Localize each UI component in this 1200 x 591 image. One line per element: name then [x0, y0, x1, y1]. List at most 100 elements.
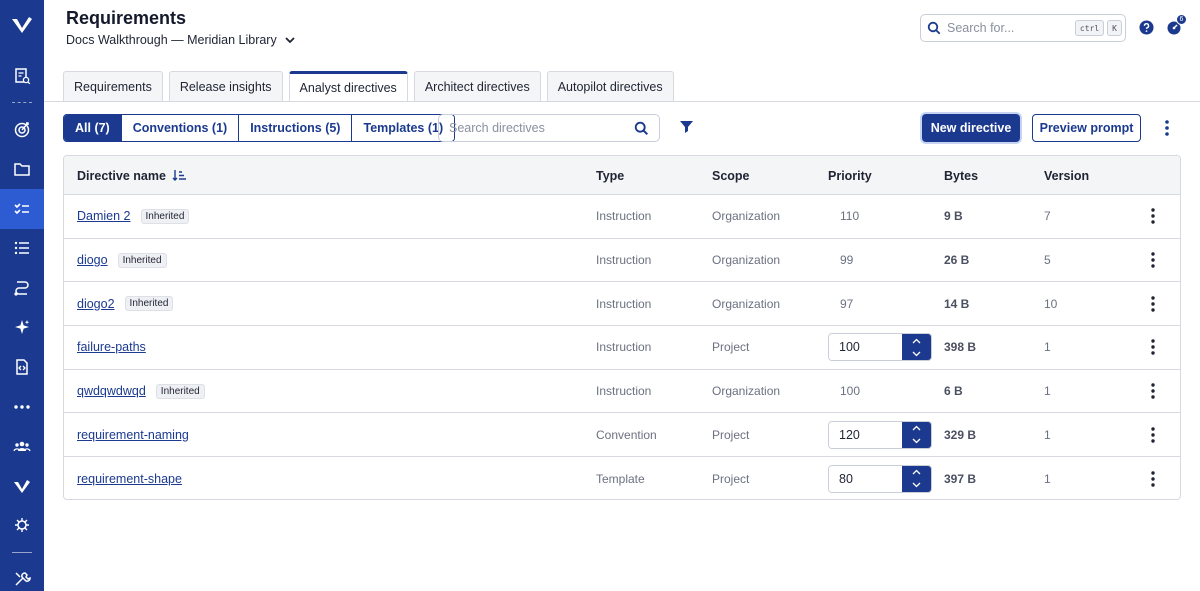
page-title: Requirements	[66, 8, 187, 28]
bytes-cell: 26 B	[944, 253, 970, 268]
stepper-arrows	[902, 421, 931, 448]
scope-cell: Organization	[712, 296, 781, 311]
priority-value: 100	[840, 384, 861, 399]
priority-input[interactable]: 120	[829, 421, 902, 448]
priority-input[interactable]: 80	[829, 465, 902, 492]
version-cell: 1	[1044, 384, 1051, 399]
priority-stepper[interactable]: 100	[828, 333, 932, 362]
decrement-button[interactable]	[902, 347, 931, 360]
priority-stepper[interactable]: 80	[828, 464, 932, 493]
directive-name-link[interactable]: qwdqwdwqd	[77, 384, 146, 398]
directive-name-link[interactable]: diogo	[77, 253, 108, 267]
stepper-arrows	[902, 334, 931, 361]
tab-requirements[interactable]: Requirements	[63, 71, 163, 102]
sparkle-icon[interactable]	[0, 308, 44, 346]
table-row: failure-paths Instruction Project 100 39…	[64, 326, 1180, 370]
increment-button[interactable]	[902, 466, 931, 479]
bytes-cell: 9 B	[944, 209, 963, 224]
tab-autopilot-directives[interactable]: Autopilot directives	[546, 71, 674, 102]
table-body: Damien 2 Inherited Instruction Organizat…	[64, 195, 1180, 499]
directive-name-link[interactable]: failure-paths	[77, 340, 146, 354]
chevron-up-icon	[912, 470, 921, 475]
tab-architect-directives[interactable]: Architect directives	[413, 71, 541, 102]
tab-analyst-directives[interactable]: Analyst directives	[288, 71, 408, 102]
project-name: Docs Walkthrough — Meridian Library	[66, 33, 277, 47]
version-cell: 1	[1044, 427, 1051, 442]
directive-search-input[interactable]: Search directives	[438, 114, 660, 142]
directive-name-link[interactable]: requirement-shape	[77, 472, 182, 486]
table-row: requirement-shape Template Project 80 39…	[64, 457, 1180, 499]
more-icon[interactable]	[0, 388, 44, 426]
type-cell: Instruction	[596, 340, 652, 355]
row-actions	[1146, 326, 1160, 369]
global-search-input[interactable]: Search for... ctrl K	[920, 14, 1126, 42]
type-cell: Instruction	[596, 384, 652, 399]
name-cell: diogo2 Inherited	[77, 282, 174, 325]
notification-badge: 6	[1176, 14, 1187, 25]
team-icon[interactable]	[0, 427, 44, 465]
help-icon[interactable]	[1139, 20, 1154, 35]
tab-release-insights[interactable]: Release insights	[168, 71, 283, 102]
flow-icon[interactable]	[0, 269, 44, 307]
directive-name-link[interactable]: Damien 2	[77, 209, 131, 223]
chevron-up-icon	[912, 425, 921, 431]
row-menu-icon[interactable]	[1146, 426, 1160, 444]
scope-cell: Project	[712, 340, 750, 355]
target-icon[interactable]	[0, 110, 44, 148]
row-actions	[1146, 457, 1160, 499]
decrement-button[interactable]	[902, 435, 931, 448]
column-label: Directive name	[77, 168, 166, 183]
preview-prompt-button[interactable]: Preview prompt	[1032, 114, 1141, 142]
column-header-version: Version	[1044, 168, 1090, 183]
left-rail	[0, 0, 44, 591]
row-menu-icon[interactable]	[1146, 295, 1160, 313]
decrement-button[interactable]	[902, 479, 931, 492]
chevron-down-icon	[285, 37, 295, 44]
scope-cell: Organization	[712, 209, 781, 224]
directive-name-link[interactable]: requirement-naming	[77, 428, 189, 442]
type-cell: Instruction	[596, 209, 652, 224]
logo-icon[interactable]	[0, 4, 44, 46]
filter-all[interactable]: All (7)	[64, 115, 122, 141]
row-menu-icon[interactable]	[1146, 338, 1160, 356]
checklist-icon[interactable]	[0, 189, 44, 229]
tools-icon[interactable]	[0, 560, 44, 591]
priority-stepper[interactable]: 120	[828, 420, 932, 449]
bytes-cell: 397 B	[944, 471, 977, 486]
row-menu-icon[interactable]	[1146, 382, 1160, 400]
column-header-name[interactable]: Directive name	[77, 156, 187, 195]
filter-conventions[interactable]: Conventions (1)	[121, 115, 240, 141]
filter-icon[interactable]	[679, 120, 694, 136]
project-selector[interactable]: Docs Walkthrough — Meridian Library	[66, 31, 297, 49]
list-icon[interactable]	[0, 229, 44, 267]
folder-icon[interactable]	[0, 150, 44, 188]
row-actions	[1146, 239, 1160, 282]
column-header-scope: Scope	[712, 168, 750, 183]
row-menu-icon[interactable]	[1146, 207, 1160, 225]
row-menu-icon[interactable]	[1146, 470, 1160, 488]
filter-instructions[interactable]: Instructions (5)	[239, 115, 353, 141]
scope-cell: Organization	[712, 253, 781, 268]
tabs-divider	[44, 101, 1200, 102]
increment-button[interactable]	[902, 334, 931, 347]
priority-value: 99	[840, 253, 854, 268]
more-options-icon[interactable]	[1159, 119, 1175, 137]
type-cell: Template	[596, 471, 645, 486]
chevron-up-icon	[912, 338, 921, 344]
row-menu-icon[interactable]	[1146, 251, 1160, 269]
stepper-arrows	[902, 465, 931, 492]
priority-cell: 120	[828, 413, 932, 456]
directive-search-placeholder: Search directives	[449, 121, 545, 135]
requirements-doc-icon[interactable]	[0, 57, 44, 95]
increment-button[interactable]	[902, 422, 931, 435]
chevron-down-icon	[912, 351, 921, 357]
row-actions	[1146, 413, 1160, 456]
bug-icon[interactable]	[0, 506, 44, 544]
file-code-icon[interactable]	[0, 348, 44, 386]
scope-cell: Project	[712, 427, 750, 442]
directive-name-link[interactable]: diogo2	[77, 297, 115, 311]
new-directive-button[interactable]: New directive	[922, 114, 1020, 142]
table-row: qwdqwdwqd Inherited Instruction Organiza…	[64, 370, 1180, 414]
brand-icon[interactable]	[0, 467, 44, 505]
priority-input[interactable]: 100	[829, 334, 902, 361]
